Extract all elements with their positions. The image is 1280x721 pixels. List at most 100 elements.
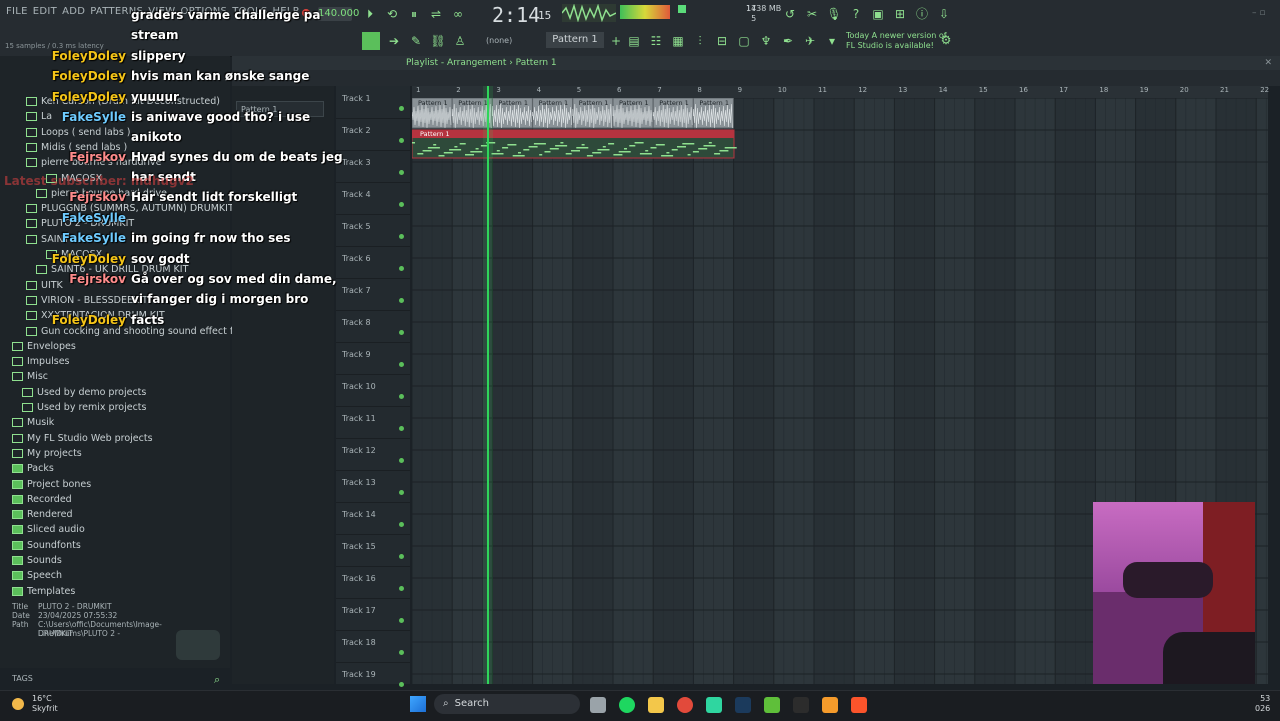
browser-item[interactable]: Soundfonts: [12, 538, 81, 553]
save-icon[interactable]: ▣: [870, 6, 886, 22]
track-header[interactable]: Track 3: [336, 150, 410, 183]
mic-small-icon[interactable]: ♆: [758, 33, 774, 49]
track-header[interactable]: Track 14: [336, 502, 410, 535]
track-mute-led[interactable]: [399, 586, 404, 591]
metronome-icon[interactable]: ⏵: [362, 6, 378, 22]
track-mute-led[interactable]: [399, 138, 404, 143]
brave-icon[interactable]: [851, 697, 867, 713]
piano-roll-icon[interactable]: ▦: [670, 33, 686, 49]
step-edit-icon[interactable]: ⇌: [428, 6, 444, 22]
capcut-icon[interactable]: [793, 697, 809, 713]
browser-item[interactable]: Packs: [12, 461, 54, 476]
track-header[interactable]: Track 5: [336, 214, 410, 247]
track-mute-led[interactable]: [399, 234, 404, 239]
news-panel[interactable]: Today A newer version of FL Studio is av…: [846, 31, 947, 51]
track-mute-led[interactable]: [399, 682, 404, 687]
start-button[interactable]: [410, 696, 426, 712]
browser-item[interactable]: Rendered: [12, 507, 73, 522]
track-mute-led[interactable]: [399, 522, 404, 527]
track-header[interactable]: Track 12: [336, 438, 410, 471]
mixer-icon[interactable]: ▤: [626, 33, 642, 49]
browser-item[interactable]: My FL Studio Web projects: [12, 431, 153, 446]
track-mute-led[interactable]: [399, 362, 404, 367]
send-icon[interactable]: ✈: [802, 33, 818, 49]
playlist-view-button[interactable]: [362, 32, 380, 50]
browser-item[interactable]: Misc: [12, 369, 48, 384]
browser-item[interactable]: My projects: [12, 446, 82, 461]
loop-icon[interactable]: ⟲: [384, 6, 400, 22]
track-mute-led[interactable]: [399, 490, 404, 495]
track-header[interactable]: Track 10: [336, 374, 410, 407]
brush-icon[interactable]: ✎: [408, 33, 424, 49]
browser-item[interactable]: Used by remix projects: [22, 400, 146, 415]
search-icon[interactable]: ⌕: [214, 673, 220, 687]
track-header[interactable]: Track 18: [336, 630, 410, 663]
steam-icon[interactable]: [735, 697, 751, 713]
track-mute-led[interactable]: [399, 458, 404, 463]
weather-widget[interactable]: 16°C Skyfrit: [32, 694, 58, 714]
arrow-right-icon[interactable]: ➔: [386, 33, 402, 49]
track-mute-led[interactable]: [399, 106, 404, 111]
dropdown-icon[interactable]: ▾: [824, 33, 840, 49]
download-icon[interactable]: ⇩: [936, 6, 952, 22]
app-icon[interactable]: [706, 697, 722, 713]
channel-rack-icon[interactable]: ☷: [648, 33, 664, 49]
track-header[interactable]: Track 16: [336, 566, 410, 599]
browser-item[interactable]: Impulses: [12, 354, 70, 369]
menu-file[interactable]: FILE: [6, 6, 28, 17]
file-explorer-icon[interactable]: [648, 697, 664, 713]
track-header[interactable]: Track 13: [336, 470, 410, 503]
track-mute-led[interactable]: [399, 394, 404, 399]
window-controls[interactable]: – ▫: [1252, 8, 1265, 18]
track-header[interactable]: Track 2: [336, 118, 410, 151]
track-mute-led[interactable]: [399, 554, 404, 559]
track-mute-led[interactable]: [399, 618, 404, 623]
track-header[interactable]: Track 11: [336, 406, 410, 439]
spotify-icon[interactable]: [619, 697, 635, 713]
browser-item[interactable]: Loops ( send labs ): [26, 125, 131, 140]
timeline-ruler[interactable]: 1 2 3 4 5 6 7 8 9 10 11 12 13 14 15 16 17 18 19 20 21 22: [412, 86, 1269, 98]
fl-studio-icon[interactable]: [822, 697, 838, 713]
pattern-selector[interactable]: Pattern 1: [546, 32, 604, 48]
menu-edit[interactable]: EDIT: [33, 6, 57, 17]
pen-icon[interactable]: ✒: [780, 33, 796, 49]
help-icon[interactable]: ?: [848, 6, 864, 22]
taskbar-search[interactable]: ⌕ Search: [434, 694, 580, 714]
track-mute-led[interactable]: [399, 426, 404, 431]
menu-add[interactable]: ADD: [62, 6, 85, 17]
track-header[interactable]: Track 8: [336, 310, 410, 343]
track-header[interactable]: Track 17: [336, 598, 410, 631]
snap-selector[interactable]: (none): [486, 36, 512, 45]
browser-item[interactable]: Envelopes: [12, 339, 76, 354]
browser-item[interactable]: Speech: [12, 568, 62, 583]
browser-item[interactable]: Recorded: [12, 492, 72, 507]
track-mute-led[interactable]: [399, 330, 404, 335]
blend-icon[interactable]: ∞: [450, 6, 466, 22]
browser-item[interactable]: Sounds: [12, 553, 62, 568]
tempo-display[interactable]: 140.000: [318, 7, 359, 21]
info-icon[interactable]: ⓘ: [914, 6, 930, 22]
cut-icon[interactable]: ✂: [804, 6, 820, 22]
track-header[interactable]: Track 9: [336, 342, 410, 375]
browser-item[interactable]: Used by demo projects: [22, 385, 146, 400]
track-header[interactable]: Track 1: [336, 86, 410, 119]
track-mute-led[interactable]: [399, 650, 404, 655]
song-position-time[interactable]: 2:14: [492, 3, 540, 27]
minecraft-icon[interactable]: [764, 697, 780, 713]
track-mute-led[interactable]: [399, 298, 404, 303]
clipboard-icon[interactable]: ▢: [736, 33, 752, 49]
wait-icon[interactable]: ⏸: [406, 6, 422, 22]
track-header[interactable]: Track 4: [336, 182, 410, 215]
browser-icon[interactable]: ⊟: [714, 33, 730, 49]
browser-item[interactable]: VIRION - BLESSDEEKIT: [26, 293, 148, 308]
browser-item[interactable]: Sliced audio: [12, 522, 85, 537]
gear-icon[interactable]: ⚙: [938, 32, 954, 48]
track-header[interactable]: Track 7: [336, 278, 410, 311]
track-mute-led[interactable]: [399, 266, 404, 271]
playlist-window-controls[interactable]: ✕: [1264, 56, 1272, 70]
chrome-icon[interactable]: [677, 697, 693, 713]
browser-item[interactable]: Musik: [12, 415, 54, 430]
link-icon[interactable]: ⛓: [430, 33, 446, 49]
track-mute-led[interactable]: [399, 202, 404, 207]
track-header[interactable]: Track 15: [336, 534, 410, 567]
